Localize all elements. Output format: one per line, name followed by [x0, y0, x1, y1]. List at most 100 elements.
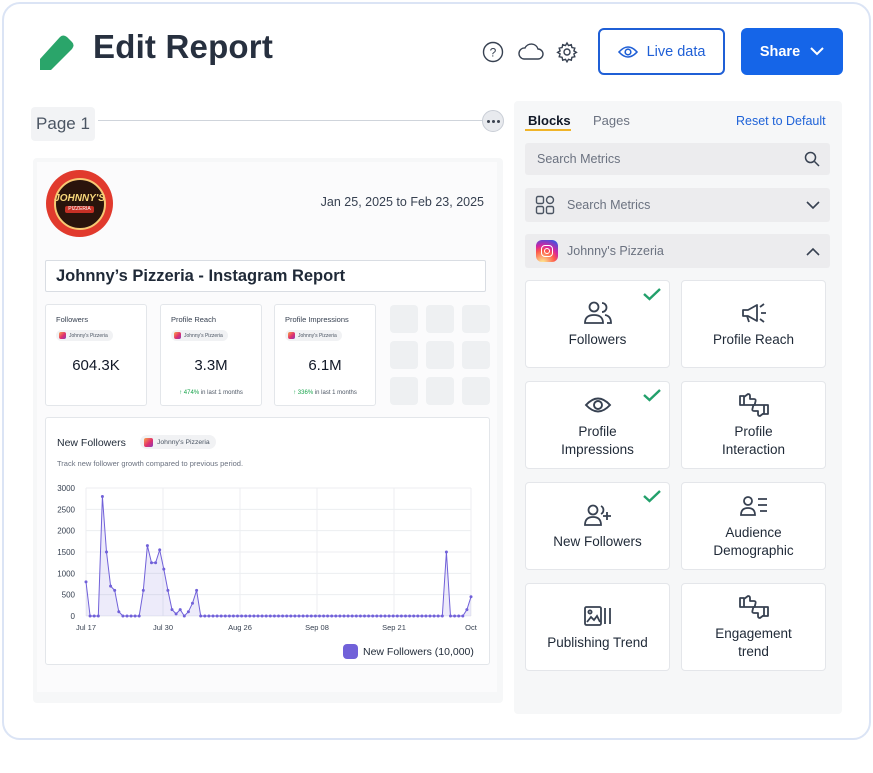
account-chip: Johnny's Pizzeria [56, 330, 113, 341]
empty-slot[interactable] [462, 377, 490, 405]
gear-icon[interactable] [555, 40, 579, 64]
data-point [424, 614, 428, 618]
data-point [264, 614, 268, 618]
metric-block-label: Profile Impressions [561, 424, 634, 457]
instagram-icon [59, 332, 66, 339]
empty-slot[interactable] [390, 341, 418, 369]
report-title-input[interactable]: Johnny’s Pizzeria - Instagram Report [45, 260, 486, 292]
empty-slot[interactable] [390, 377, 418, 405]
svg-text:?: ? [490, 46, 497, 60]
metric-category-select[interactable]: Search Metrics [525, 188, 830, 222]
cloud-icon[interactable] [517, 40, 545, 64]
metric-block-new-followers[interactable]: New Followers [525, 482, 670, 570]
data-point [182, 614, 186, 618]
metric-block-audience-demographic[interactable]: Audience Demographic [681, 482, 826, 570]
live-data-button[interactable]: Live data [598, 28, 725, 75]
data-point [395, 614, 399, 618]
data-point [432, 614, 436, 618]
instagram-icon [174, 332, 181, 339]
y-tick-label: 1500 [57, 548, 75, 557]
data-point [150, 561, 153, 565]
logo-text: JOHNNY'S [54, 193, 105, 204]
metric-block-publishing-trend[interactable]: Publishing Trend [525, 583, 670, 671]
stat-card-profile-reach[interactable]: Profile Reach Johnny's Pizzeria 3.3M ↑ 4… [160, 304, 262, 406]
metric-block-profile-impressions[interactable]: Profile Impressions [525, 381, 670, 469]
data-point [318, 614, 321, 618]
page-title: Edit Report [93, 28, 274, 65]
stat-value: 3.3M [194, 357, 228, 374]
series-area [86, 496, 471, 616]
empty-slot[interactable] [426, 377, 454, 405]
data-point [342, 614, 346, 618]
account-name: Johnny's Pizzeria [567, 244, 664, 258]
stat-card-followers[interactable]: Followers Johnny's Pizzeria 604.3K [45, 304, 147, 406]
y-tick-label: 2000 [57, 527, 75, 536]
grid-shapes-icon [535, 195, 555, 215]
tab-pages[interactable]: Pages [593, 113, 630, 128]
metric-block-label: New Followers [553, 534, 642, 549]
search-metrics-input[interactable]: Search Metrics [525, 143, 830, 175]
new-followers-chart: 0 500 1000 1500 2000 2500 3000 Jul 17 Jul 30 Aug … [57, 484, 478, 632]
users-icon [583, 299, 613, 327]
active-tab-indicator [525, 129, 571, 131]
data-point [227, 614, 231, 618]
eye-icon [617, 45, 638, 58]
y-tick-label: 1000 [57, 569, 75, 578]
tab-blocks[interactable]: Blocks [528, 113, 571, 128]
data-point [166, 588, 170, 592]
data-point [117, 610, 121, 614]
data-point [186, 610, 190, 614]
data-point [178, 608, 182, 612]
metric-block-label: Followers [568, 332, 627, 347]
more-options-icon[interactable] [482, 110, 504, 132]
data-point [391, 614, 395, 618]
account-accordion[interactable]: Johnny's Pizzeria [525, 234, 830, 268]
data-point [252, 614, 256, 618]
chevron-down-icon [806, 200, 820, 209]
empty-slot[interactable] [426, 305, 454, 333]
data-point [244, 614, 248, 618]
search-placeholder: Search Metrics [537, 152, 621, 166]
x-tick-label: Oct [465, 623, 478, 632]
check-icon [642, 489, 662, 508]
data-point [297, 614, 301, 618]
data-point [174, 612, 178, 616]
empty-slot[interactable] [390, 305, 418, 333]
data-point [121, 614, 125, 618]
data-point [289, 614, 293, 618]
metric-block-label: Profile Interaction [721, 424, 786, 457]
data-point [100, 495, 104, 498]
logo-subtext: PIZZERIA [65, 206, 94, 213]
metric-block-profile-interaction[interactable]: Profile Interaction [681, 381, 826, 469]
data-point [457, 614, 461, 618]
stat-label: Profile Impressions [285, 315, 349, 324]
reset-to-default-link[interactable]: Reset to Default [736, 114, 826, 128]
stat-card-profile-impressions[interactable]: Profile Impressions Johnny's Pizzeria 6.… [274, 304, 376, 406]
data-point [322, 614, 326, 618]
empty-slot[interactable] [426, 341, 454, 369]
user-plus-icon [583, 501, 613, 529]
share-button[interactable]: Share [741, 28, 843, 75]
data-point [305, 614, 309, 618]
metric-block-profile-reach[interactable]: Profile Reach [681, 280, 826, 368]
chevron-down-icon [810, 47, 824, 56]
help-icon[interactable]: ? [481, 40, 505, 64]
page-label[interactable]: Page 1 [31, 107, 95, 141]
gallery-icon [583, 602, 612, 630]
data-point [281, 614, 285, 618]
data-point [461, 614, 465, 618]
chart-legend: New Followers (10,000) [343, 644, 474, 659]
data-point [92, 614, 96, 618]
data-point [223, 614, 227, 618]
metric-block-engagement-trend[interactable]: Engagement trend [681, 583, 826, 671]
empty-slot[interactable] [462, 341, 490, 369]
data-point [195, 588, 199, 592]
data-point [354, 614, 358, 618]
chart-card-new-followers[interactable]: New Followers Johnny's Pizzeria Track ne… [45, 417, 490, 665]
data-point [96, 614, 100, 618]
data-point [145, 544, 149, 548]
data-point [387, 614, 391, 618]
empty-slot[interactable] [462, 305, 490, 333]
metric-block-followers[interactable]: Followers [525, 280, 670, 368]
data-point [313, 614, 317, 618]
